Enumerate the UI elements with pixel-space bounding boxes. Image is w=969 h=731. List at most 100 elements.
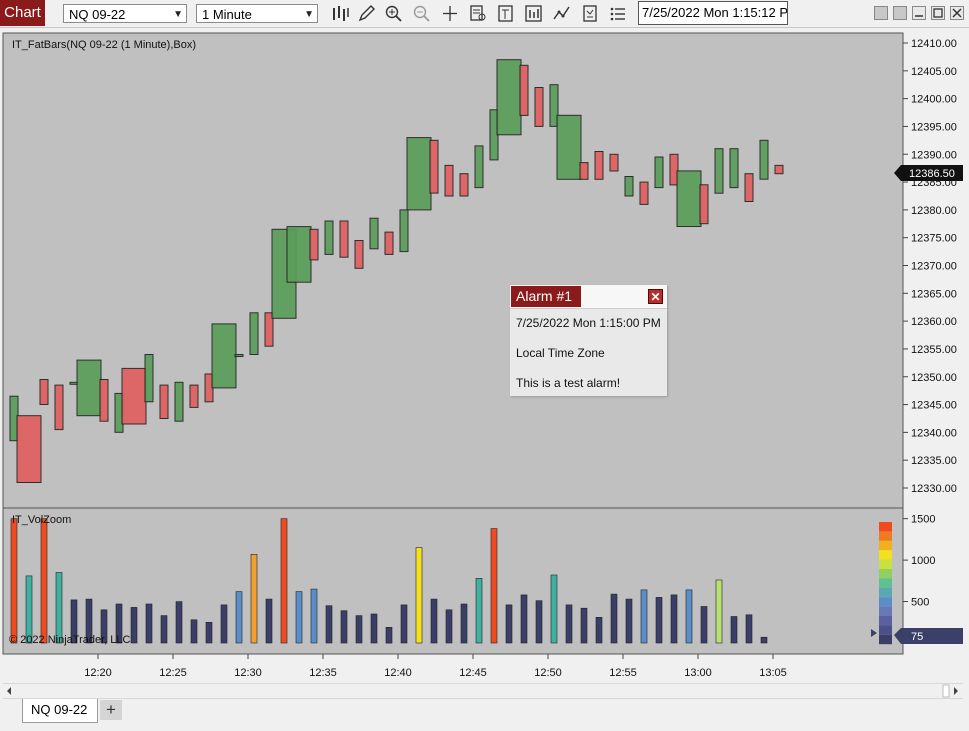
chart-panel[interactable]: 12410.00 12405.00 12400.00 12395.00 12390.00… (2, 32, 963, 679)
legend-swatch (879, 634, 892, 645)
volume-bar-3 (55, 572, 63, 644)
last-price-label: 12386.50 (909, 168, 955, 180)
volume-bar-19 (295, 591, 303, 644)
price-tick-label: 12345.00 (911, 400, 957, 412)
indicator-label: IT_FatBars(NQ 09-22 (1 Minute),Box) (12, 39, 196, 51)
volume-bar-31 (475, 577, 483, 644)
candle-6 (99, 379, 109, 422)
volume-bar-10 (160, 615, 168, 644)
time-tick-label: 13:00 (684, 667, 712, 679)
toolbar: Chart NQ 09-22 ▼ 1 Minute ▼ 7/25/2022 Mo… (0, 0, 969, 28)
time-axis: 12:20 12:25 12:30 12:35 12:40 12:45 12:50 12:55… (84, 654, 787, 679)
volume-bar-47 (715, 579, 723, 644)
datetime-display[interactable]: 7/25/2022 Mon 1:15:12 PM (638, 1, 788, 25)
volume-bar-26 (400, 604, 408, 644)
volume-bar-30 (460, 603, 468, 644)
legend-swatch (879, 578, 892, 588)
scroll-thumb[interactable] (942, 684, 950, 698)
legend-swatch (879, 569, 892, 579)
price-panel-background (2, 32, 904, 509)
alarm-dialog[interactable]: Alarm #1 ✕ 7/25/2022 Mon 1:15:00 PM Loca… (510, 285, 667, 396)
interval-selector[interactable]: 1 Minute ▼ (196, 4, 318, 23)
legend-swatch (879, 531, 892, 541)
legend-swatch (879, 616, 892, 626)
volume-panel-background (2, 507, 904, 655)
candle-35 (534, 87, 544, 127)
last-price-marker: 12386.50 (894, 165, 963, 181)
candle-30 (459, 173, 469, 197)
alarm-message: This is a test alarm! (516, 376, 621, 390)
price-tick-label: 12405.00 (911, 66, 957, 78)
chevron-down-icon: ▼ (304, 9, 314, 20)
restore-window-icon[interactable] (874, 6, 888, 20)
candle-2 (39, 379, 49, 405)
legend-swatch (879, 550, 892, 560)
scroll-right-icon[interactable] (954, 687, 958, 695)
candle-34 (519, 64, 529, 116)
candle-46 (699, 184, 709, 225)
strategies-icon[interactable] (552, 4, 572, 23)
instrument-selector[interactable]: NQ 09-22 ▼ (63, 4, 187, 23)
price-tick-label: 12330.00 (911, 483, 957, 495)
price-tick-label: 12410.00 (911, 38, 957, 50)
minimize-button[interactable] (912, 6, 926, 20)
volume-bar-21 (325, 605, 333, 644)
volume-bar-50 (760, 636, 768, 644)
indicators-icon[interactable] (524, 4, 544, 23)
time-tick-label: 12:25 (159, 667, 187, 679)
volume-tick-label: 1000 (911, 555, 935, 567)
candle-28 (429, 139, 439, 194)
volume-indicator-label: IT_VolZoom (12, 514, 71, 526)
candle-38 (579, 162, 589, 180)
candle-47 (714, 148, 724, 194)
time-tick-label: 12:55 (609, 667, 637, 679)
candle-25 (384, 231, 394, 255)
zoom-out-icon[interactable] (412, 4, 432, 23)
templates-icon[interactable] (580, 4, 600, 23)
candle-26 (399, 209, 409, 253)
bar-type-icon[interactable] (330, 4, 350, 23)
volume-bar-36 (550, 574, 558, 644)
alarm-time: 7/25/2022 Mon 1:15:00 PM (516, 316, 661, 330)
pencil-draw-icon[interactable] (357, 4, 377, 23)
candle-10 (159, 384, 169, 420)
candle-15 (234, 354, 244, 357)
scroll-left-icon[interactable] (7, 687, 11, 695)
price-chart[interactable]: 12410.00 12405.00 12400.00 12395.00 12390.00… (2, 32, 969, 683)
legend-swatch (879, 522, 892, 532)
close-window-button[interactable] (950, 6, 964, 20)
volume-bar-11 (175, 601, 183, 644)
alarm-close-button[interactable]: ✕ (648, 289, 663, 304)
candle-45 (676, 170, 702, 227)
volume-bar-23 (355, 615, 363, 644)
candle-19 (286, 226, 312, 283)
zoom-in-icon[interactable] (384, 4, 404, 23)
candle-3 (54, 384, 64, 431)
tile-window-icon[interactable] (893, 6, 907, 20)
candle-40 (609, 153, 619, 172)
horizontal-scrollbar[interactable] (3, 683, 963, 699)
data-box-icon[interactable] (468, 4, 488, 23)
volume-bar-45 (685, 589, 693, 644)
candle-27 (406, 137, 432, 211)
volume-bar-34 (520, 594, 528, 644)
candle-50 (759, 139, 769, 180)
maximize-button[interactable] (931, 6, 945, 20)
volume-bar-27 (415, 547, 423, 644)
price-tick-label: 12370.00 (911, 261, 957, 273)
crosshair-icon[interactable] (440, 4, 460, 23)
chart-tab[interactable]: Chart (0, 0, 45, 26)
volume-bar-24 (370, 613, 378, 644)
candle-33 (496, 59, 522, 136)
chevron-down-icon: ▼ (173, 9, 183, 20)
volume-bar-32 (490, 528, 498, 644)
candle-49 (744, 173, 754, 202)
instrument-tab[interactable]: NQ 09-22 (22, 699, 98, 723)
candle-20 (309, 228, 319, 261)
add-tab-button[interactable]: + (100, 700, 122, 720)
volume-bar-2 (40, 518, 48, 644)
price-tick-label: 12390.00 (911, 149, 957, 161)
list-menu-icon[interactable] (608, 4, 628, 23)
copyright-text: © 2022 NinjaTrader, LLC (9, 634, 130, 646)
chart-properties-icon[interactable] (496, 4, 516, 23)
